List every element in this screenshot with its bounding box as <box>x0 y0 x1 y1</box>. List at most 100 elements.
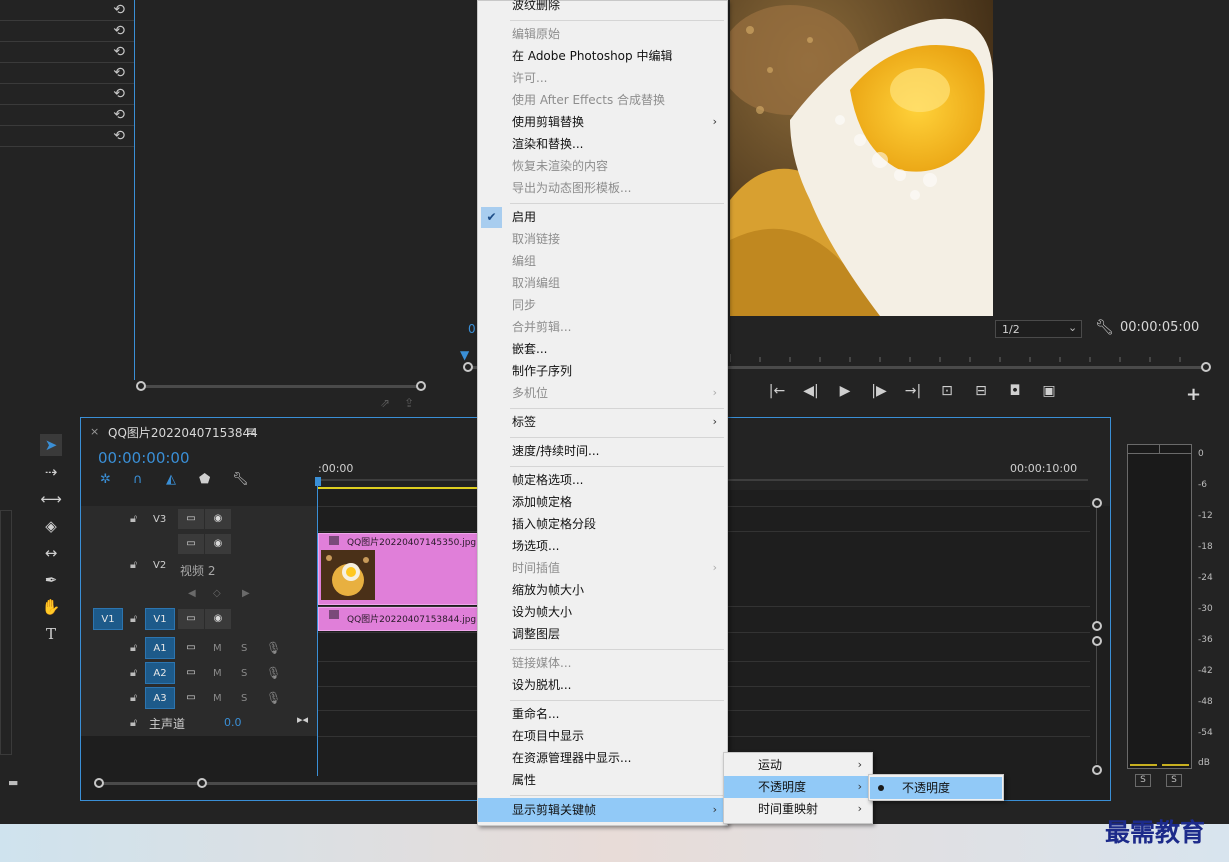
lock-icon[interactable]: 🔓︎ <box>130 716 137 730</box>
vertical-scroll-handle[interactable] <box>1092 636 1102 646</box>
lock-icon[interactable]: 🔓︎ <box>130 691 137 705</box>
reset-icon[interactable]: ⟲ <box>113 65 125 81</box>
menu-item-merge-clips[interactable]: 合并剪辑... <box>478 316 727 338</box>
comparison-view-icon[interactable]: ▣ <box>1032 383 1066 399</box>
menu-item-insert-frame-hold[interactable]: 插入帧定格分段 <box>478 513 727 535</box>
wrench-icon[interactable]: 🔧︎ <box>1095 318 1114 336</box>
sequence-timecode[interactable]: 00:00:00:00 <box>98 449 190 467</box>
eye-icon[interactable]: ◉ <box>205 509 231 529</box>
scroll-handle-right[interactable] <box>1201 362 1211 372</box>
menu-item-speed-duration[interactable]: 速度/持续时间... <box>478 440 727 462</box>
type-tool-icon[interactable]: T <box>40 623 62 645</box>
mute-button[interactable]: M <box>213 643 222 654</box>
scroll-handle-left[interactable] <box>136 381 146 391</box>
menu-item-edit-in-photoshop[interactable]: 在 Adobe Photoshop 中编辑 <box>478 45 727 67</box>
close-icon[interactable]: × <box>90 425 99 438</box>
track-target-a2[interactable]: A2 <box>145 662 175 684</box>
microphone-icon[interactable]: 🎙︎ <box>266 641 281 655</box>
sequence-tab-title[interactable]: QQ图片20220407153844 <box>108 424 258 441</box>
go-to-end-icon[interactable]: ▸◂ <box>297 713 308 726</box>
step-forward-icon[interactable]: |▶ <box>862 383 896 399</box>
menu-item-multi-camera[interactable]: 多机位 › <box>478 382 727 404</box>
timeline-hscrollbar[interactable] <box>98 782 478 785</box>
timeline-playhead[interactable] <box>317 478 318 776</box>
submenu-item-opacity[interactable]: 不透明度 › <box>724 776 872 798</box>
reset-icon[interactable]: ⟲ <box>113 107 125 123</box>
camera-icon[interactable]: ◘ <box>998 383 1032 399</box>
extract-icon[interactable]: ⊟ <box>964 383 998 399</box>
play-icon[interactable]: ▶ <box>828 383 862 399</box>
reset-icon[interactable]: ⟲ <box>113 23 125 39</box>
lock-icon[interactable]: 🔓︎ <box>130 641 137 655</box>
menu-item-show-clip-keyframes[interactable]: 显示剪辑关键帧 › <box>478 798 727 822</box>
menu-item-make-subsequence[interactable]: 制作子序列 <box>478 360 727 382</box>
menu-item-properties[interactable]: 属性 <box>478 769 727 791</box>
submenu-item-time-remapping[interactable]: 时间重映射 › <box>724 798 872 820</box>
program-time-ruler[interactable] <box>730 352 1210 362</box>
menu-item-synchronize[interactable]: 同步 <box>478 294 727 316</box>
effect-scrollbar[interactable] <box>138 385 424 388</box>
solo-button[interactable]: S <box>241 693 247 704</box>
menu-item-rename[interactable]: 重命名... <box>478 703 727 725</box>
track-target-v1[interactable]: V1 <box>145 608 175 630</box>
track-select-tool-icon[interactable]: ⇢ <box>40 461 62 483</box>
panel-menu-icon[interactable]: ≡ <box>246 424 256 438</box>
menu-item-add-frame-hold[interactable]: 添加帧定格 <box>478 491 727 513</box>
pen-tool-icon[interactable]: ✒ <box>40 569 62 591</box>
vertical-scroll-handle[interactable] <box>1092 765 1102 775</box>
solo-left-button[interactable]: S <box>1135 774 1151 787</box>
menu-item-unlink[interactable]: 取消链接 <box>478 228 727 250</box>
keyframe-prev-icon[interactable]: ◀ <box>188 588 196 599</box>
share-icon[interactable]: ⇪ <box>404 396 428 410</box>
sync-lock-icon[interactable]: ▭ <box>178 663 204 683</box>
reset-icon[interactable]: ⟲ <box>113 44 125 60</box>
reset-icon[interactable]: ⟲ <box>113 2 125 18</box>
lock-icon[interactable]: 🔓︎ <box>130 612 137 626</box>
microphone-icon[interactable]: 🎙︎ <box>266 666 281 680</box>
track-target-a3[interactable]: A3 <box>145 687 175 709</box>
mark-out-icon[interactable]: →| <box>896 383 930 399</box>
razor-tool-icon[interactable]: ◈ <box>40 515 62 537</box>
vertical-scroll-handle[interactable] <box>1092 621 1102 631</box>
step-back-icon[interactable]: ◀| <box>794 383 828 399</box>
menu-item-scale-to-frame[interactable]: 缩放为帧大小 <box>478 579 727 601</box>
menu-item-link-media[interactable]: 链接媒体... <box>478 652 727 674</box>
linked-selection-icon[interactable]: ◭ <box>166 472 199 487</box>
mark-in-icon[interactable]: |← <box>760 383 794 399</box>
slip-tool-icon[interactable]: ↔ <box>40 542 62 564</box>
eye-icon[interactable]: ◉ <box>205 609 231 629</box>
scroll-handle-left[interactable] <box>463 362 473 372</box>
solo-button[interactable]: S <box>241 643 247 654</box>
work-area-bar[interactable] <box>318 487 480 489</box>
lock-icon[interactable]: 🔓︎ <box>130 558 137 572</box>
video-vscroll-track[interactable] <box>1096 508 1097 626</box>
eye-icon[interactable]: ◉ <box>205 534 231 554</box>
menu-item-render-and-replace[interactable]: 渲染和替换... <box>478 133 727 155</box>
mute-button[interactable]: M <box>213 668 222 679</box>
menu-item-license[interactable]: 许可... <box>478 67 727 89</box>
clip-v1[interactable]: QQ图片20220407153844.jpg <box>318 607 478 631</box>
program-playhead-icon[interactable]: ▼ <box>460 348 469 362</box>
keyframe-add-icon[interactable]: ◇ <box>213 588 221 599</box>
menu-item-reveal-in-project[interactable]: 在项目中显示 <box>478 725 727 747</box>
mute-button[interactable]: M <box>213 693 222 704</box>
menu-item-field-options[interactable]: 场选项... <box>478 535 727 557</box>
sync-lock-icon[interactable]: ▭ <box>178 509 204 529</box>
menu-item-time-interpolation[interactable]: 时间插值 › <box>478 557 727 579</box>
lift-icon[interactable]: ⊡ <box>930 383 964 399</box>
reset-icon[interactable]: ⟲ <box>113 128 125 144</box>
marker-icon[interactable]: ⬟ <box>199 472 232 487</box>
sync-lock-icon[interactable]: ▭ <box>178 534 204 554</box>
scroll-handle-right[interactable] <box>197 778 207 788</box>
sync-lock-icon[interactable]: ▭ <box>178 609 204 629</box>
lock-icon[interactable]: 🔓︎ <box>130 666 137 680</box>
microphone-icon[interactable]: 🎙︎ <box>266 691 281 705</box>
wrench-icon[interactable]: 🔧︎ <box>232 472 265 487</box>
track-target-a1[interactable]: A1 <box>145 637 175 659</box>
scroll-handle-right[interactable] <box>416 381 426 391</box>
submenu-item-motion[interactable]: 运动 › <box>724 754 872 776</box>
menu-item-export-mogrt[interactable]: 导出为动态图形模板... <box>478 177 727 199</box>
audio-vscroll-track[interactable] <box>1096 646 1097 764</box>
menu-item-frame-hold-options[interactable]: 帧定格选项... <box>478 469 727 491</box>
solo-right-button[interactable]: S <box>1166 774 1182 787</box>
